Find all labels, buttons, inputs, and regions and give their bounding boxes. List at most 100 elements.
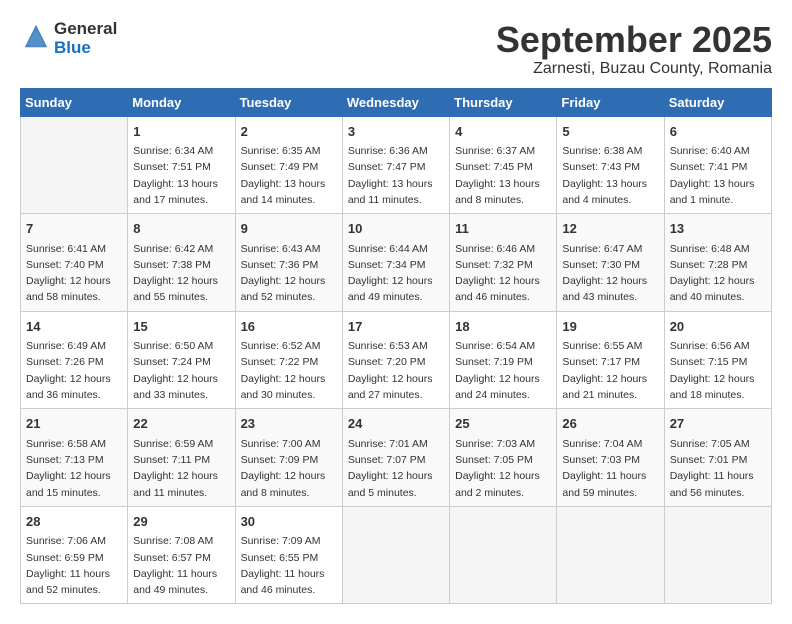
day-number: 18	[455, 317, 551, 337]
calendar-cell: 14Sunrise: 6:49 AM Sunset: 7:26 PM Dayli…	[21, 311, 128, 409]
day-number: 6	[670, 122, 766, 142]
weekday-header-tuesday: Tuesday	[235, 88, 342, 116]
day-number: 29	[133, 512, 229, 532]
day-number: 2	[241, 122, 337, 142]
day-number: 27	[670, 414, 766, 434]
logo-blue: Blue	[54, 39, 117, 58]
calendar-cell: 7Sunrise: 6:41 AM Sunset: 7:40 PM Daylig…	[21, 214, 128, 312]
day-number: 1	[133, 122, 229, 142]
day-number: 16	[241, 317, 337, 337]
calendar-cell: 29Sunrise: 7:08 AM Sunset: 6:57 PM Dayli…	[128, 506, 235, 604]
day-number: 4	[455, 122, 551, 142]
calendar-cell: 11Sunrise: 6:46 AM Sunset: 7:32 PM Dayli…	[450, 214, 557, 312]
day-info: Sunrise: 6:34 AM Sunset: 7:51 PM Dayligh…	[133, 143, 229, 208]
calendar-cell: 6Sunrise: 6:40 AM Sunset: 7:41 PM Daylig…	[664, 116, 771, 214]
calendar-cell: 26Sunrise: 7:04 AM Sunset: 7:03 PM Dayli…	[557, 409, 664, 507]
day-number: 11	[455, 219, 551, 239]
month-title: September 2025	[496, 20, 772, 60]
day-info: Sunrise: 7:06 AM Sunset: 6:59 PM Dayligh…	[26, 533, 122, 598]
calendar-cell: 27Sunrise: 7:05 AM Sunset: 7:01 PM Dayli…	[664, 409, 771, 507]
day-number: 9	[241, 219, 337, 239]
day-number: 8	[133, 219, 229, 239]
weekday-header-friday: Friday	[557, 88, 664, 116]
calendar-cell	[21, 116, 128, 214]
calendar-cell: 20Sunrise: 6:56 AM Sunset: 7:15 PM Dayli…	[664, 311, 771, 409]
calendar-cell: 17Sunrise: 6:53 AM Sunset: 7:20 PM Dayli…	[342, 311, 449, 409]
weekday-header-thursday: Thursday	[450, 88, 557, 116]
day-info: Sunrise: 7:05 AM Sunset: 7:01 PM Dayligh…	[670, 436, 766, 501]
title-block: September 2025 Zarnesti, Buzau County, R…	[496, 20, 772, 78]
day-info: Sunrise: 6:42 AM Sunset: 7:38 PM Dayligh…	[133, 241, 229, 306]
day-info: Sunrise: 6:50 AM Sunset: 7:24 PM Dayligh…	[133, 338, 229, 403]
day-number: 26	[562, 414, 658, 434]
calendar-cell: 8Sunrise: 6:42 AM Sunset: 7:38 PM Daylig…	[128, 214, 235, 312]
calendar-cell: 3Sunrise: 6:36 AM Sunset: 7:47 PM Daylig…	[342, 116, 449, 214]
calendar-cell: 10Sunrise: 6:44 AM Sunset: 7:34 PM Dayli…	[342, 214, 449, 312]
day-info: Sunrise: 7:03 AM Sunset: 7:05 PM Dayligh…	[455, 436, 551, 501]
day-number: 24	[348, 414, 444, 434]
day-number: 13	[670, 219, 766, 239]
day-number: 19	[562, 317, 658, 337]
day-info: Sunrise: 6:53 AM Sunset: 7:20 PM Dayligh…	[348, 338, 444, 403]
day-info: Sunrise: 6:46 AM Sunset: 7:32 PM Dayligh…	[455, 241, 551, 306]
day-info: Sunrise: 6:43 AM Sunset: 7:36 PM Dayligh…	[241, 241, 337, 306]
calendar-table: SundayMondayTuesdayWednesdayThursdayFrid…	[20, 88, 772, 605]
calendar-cell: 18Sunrise: 6:54 AM Sunset: 7:19 PM Dayli…	[450, 311, 557, 409]
day-info: Sunrise: 6:35 AM Sunset: 7:49 PM Dayligh…	[241, 143, 337, 208]
day-info: Sunrise: 7:04 AM Sunset: 7:03 PM Dayligh…	[562, 436, 658, 501]
weekday-header-monday: Monday	[128, 88, 235, 116]
day-info: Sunrise: 6:40 AM Sunset: 7:41 PM Dayligh…	[670, 143, 766, 208]
calendar-cell: 12Sunrise: 6:47 AM Sunset: 7:30 PM Dayli…	[557, 214, 664, 312]
calendar-cell: 2Sunrise: 6:35 AM Sunset: 7:49 PM Daylig…	[235, 116, 342, 214]
day-number: 20	[670, 317, 766, 337]
calendar-cell: 15Sunrise: 6:50 AM Sunset: 7:24 PM Dayli…	[128, 311, 235, 409]
day-number: 23	[241, 414, 337, 434]
calendar-cell	[342, 506, 449, 604]
day-info: Sunrise: 6:56 AM Sunset: 7:15 PM Dayligh…	[670, 338, 766, 403]
calendar-cell	[664, 506, 771, 604]
logo: General Blue	[20, 20, 117, 57]
location-title: Zarnesti, Buzau County, Romania	[496, 60, 772, 78]
day-number: 3	[348, 122, 444, 142]
day-info: Sunrise: 6:36 AM Sunset: 7:47 PM Dayligh…	[348, 143, 444, 208]
calendar-cell: 13Sunrise: 6:48 AM Sunset: 7:28 PM Dayli…	[664, 214, 771, 312]
day-info: Sunrise: 6:58 AM Sunset: 7:13 PM Dayligh…	[26, 436, 122, 501]
calendar-cell: 21Sunrise: 6:58 AM Sunset: 7:13 PM Dayli…	[21, 409, 128, 507]
day-number: 5	[562, 122, 658, 142]
calendar-cell: 16Sunrise: 6:52 AM Sunset: 7:22 PM Dayli…	[235, 311, 342, 409]
calendar-cell: 5Sunrise: 6:38 AM Sunset: 7:43 PM Daylig…	[557, 116, 664, 214]
page-header: General Blue September 2025 Zarnesti, Bu…	[20, 20, 772, 78]
day-info: Sunrise: 7:09 AM Sunset: 6:55 PM Dayligh…	[241, 533, 337, 598]
calendar-cell: 25Sunrise: 7:03 AM Sunset: 7:05 PM Dayli…	[450, 409, 557, 507]
calendar-cell: 22Sunrise: 6:59 AM Sunset: 7:11 PM Dayli…	[128, 409, 235, 507]
day-info: Sunrise: 6:47 AM Sunset: 7:30 PM Dayligh…	[562, 241, 658, 306]
day-info: Sunrise: 6:55 AM Sunset: 7:17 PM Dayligh…	[562, 338, 658, 403]
calendar-cell	[557, 506, 664, 604]
day-number: 15	[133, 317, 229, 337]
day-number: 17	[348, 317, 444, 337]
day-number: 21	[26, 414, 122, 434]
day-number: 22	[133, 414, 229, 434]
day-number: 7	[26, 219, 122, 239]
calendar-cell: 4Sunrise: 6:37 AM Sunset: 7:45 PM Daylig…	[450, 116, 557, 214]
day-info: Sunrise: 7:01 AM Sunset: 7:07 PM Dayligh…	[348, 436, 444, 501]
day-info: Sunrise: 6:52 AM Sunset: 7:22 PM Dayligh…	[241, 338, 337, 403]
day-info: Sunrise: 6:49 AM Sunset: 7:26 PM Dayligh…	[26, 338, 122, 403]
weekday-header-saturday: Saturday	[664, 88, 771, 116]
day-info: Sunrise: 6:59 AM Sunset: 7:11 PM Dayligh…	[133, 436, 229, 501]
day-info: Sunrise: 7:00 AM Sunset: 7:09 PM Dayligh…	[241, 436, 337, 501]
calendar-cell: 28Sunrise: 7:06 AM Sunset: 6:59 PM Dayli…	[21, 506, 128, 604]
day-info: Sunrise: 6:38 AM Sunset: 7:43 PM Dayligh…	[562, 143, 658, 208]
day-number: 10	[348, 219, 444, 239]
calendar-cell: 23Sunrise: 7:00 AM Sunset: 7:09 PM Dayli…	[235, 409, 342, 507]
logo-general: General	[54, 20, 117, 39]
day-number: 25	[455, 414, 551, 434]
weekday-header-sunday: Sunday	[21, 88, 128, 116]
day-number: 12	[562, 219, 658, 239]
day-info: Sunrise: 6:44 AM Sunset: 7:34 PM Dayligh…	[348, 241, 444, 306]
day-info: Sunrise: 6:54 AM Sunset: 7:19 PM Dayligh…	[455, 338, 551, 403]
day-number: 30	[241, 512, 337, 532]
day-number: 14	[26, 317, 122, 337]
calendar-cell: 30Sunrise: 7:09 AM Sunset: 6:55 PM Dayli…	[235, 506, 342, 604]
calendar-cell: 9Sunrise: 6:43 AM Sunset: 7:36 PM Daylig…	[235, 214, 342, 312]
